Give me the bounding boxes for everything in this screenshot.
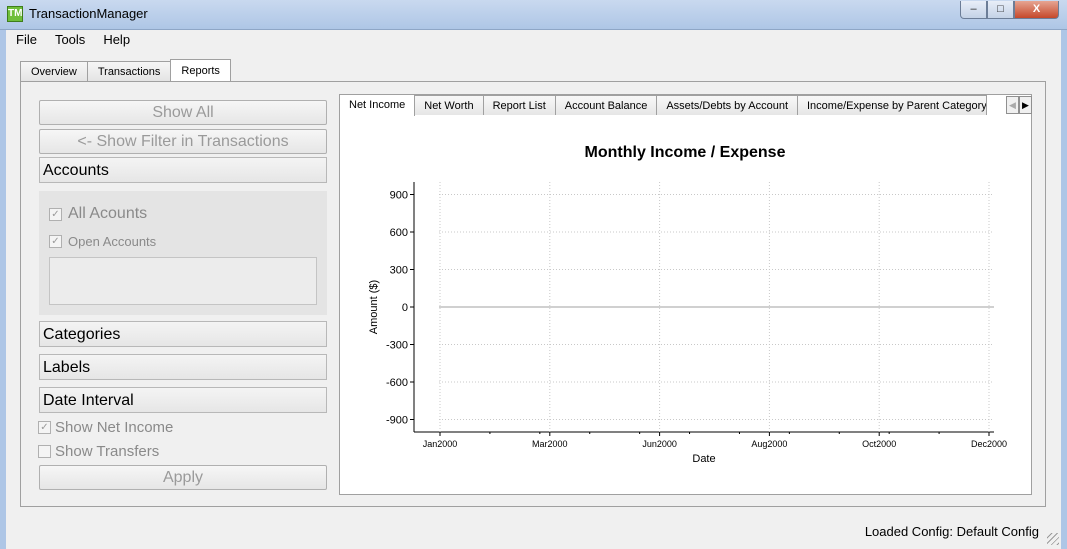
- x-tick-label: Oct2000: [862, 439, 896, 449]
- show-net-income-label: Show Net Income: [55, 419, 174, 436]
- tab-report-list[interactable]: Report List: [482, 95, 556, 115]
- y-tick-label: -900: [386, 415, 408, 427]
- status-text: Loaded Config: Default Config: [864, 524, 1039, 539]
- show-all-button[interactable]: Show All: [39, 100, 327, 125]
- tab-account-balance[interactable]: Account Balance: [554, 95, 658, 115]
- labels-section-header[interactable]: Labels: [39, 354, 327, 380]
- show-transfers-label: Show Transfers: [55, 443, 160, 460]
- menu-bar: File Tools Help: [6, 30, 1061, 49]
- show-net-income-checkbox-row[interactable]: ✓ Show Net Income: [38, 419, 173, 436]
- y-tick-label: 900: [390, 190, 408, 202]
- tab-net-income[interactable]: Net Income: [339, 94, 416, 116]
- x-tick-label: Jan2000: [423, 439, 458, 449]
- tab-assets-debts-by-account[interactable]: Assets/Debts by Account: [656, 95, 798, 115]
- open-accounts-checkbox-row[interactable]: ✓ Open Accounts: [49, 234, 156, 249]
- scroll-right-icon[interactable]: ▶: [1019, 96, 1032, 114]
- tab-scroll-buttons: ◀ ▶: [1006, 96, 1032, 114]
- x-tick-label: Mar2000: [532, 439, 568, 449]
- app-icon: TM: [7, 6, 23, 22]
- accounts-panel: ✓ All Acounts ✓ Open Accounts: [39, 191, 327, 315]
- y-axis-label: Amount ($): [368, 280, 380, 334]
- y-tick-label: 300: [390, 265, 408, 277]
- tab-overview[interactable]: Overview: [20, 61, 88, 81]
- x-tick-label: Jun2000: [642, 439, 677, 449]
- window-title: TransactionManager: [29, 6, 148, 21]
- accounts-list[interactable]: [49, 257, 317, 305]
- x-tick-label: Dec2000: [971, 439, 1007, 449]
- y-tick-label: -300: [386, 340, 408, 352]
- checkbox-checked-icon[interactable]: ✓: [38, 421, 51, 434]
- main-tab-bar: Overview Transactions Reports: [20, 59, 231, 81]
- window-frame-right: [1061, 30, 1067, 549]
- all-accounts-label: All Acounts: [68, 205, 148, 222]
- open-accounts-label: Open Accounts: [68, 234, 157, 249]
- y-tick-label: 600: [390, 227, 408, 239]
- date-interval-section-header[interactable]: Date Interval: [39, 387, 327, 413]
- all-accounts-checkbox-row[interactable]: ✓ All Acounts: [49, 205, 147, 223]
- x-tick-label: Aug2000: [751, 439, 787, 449]
- checkbox-checked-icon[interactable]: ✓: [49, 207, 62, 221]
- close-button[interactable]: X: [1014, 1, 1059, 19]
- accounts-section-header[interactable]: Accounts: [39, 157, 327, 183]
- maximize-button[interactable]: □: [987, 1, 1014, 19]
- tab-reports[interactable]: Reports: [170, 59, 231, 81]
- x-axis-label: Date: [692, 453, 715, 465]
- tab-income-expense-by-parent-category[interactable]: Income/Expense by Parent Category: [797, 95, 987, 115]
- categories-section-header[interactable]: Categories: [39, 321, 327, 347]
- menu-tools[interactable]: Tools: [45, 32, 93, 47]
- show-filter-in-transactions-button[interactable]: <- Show Filter in Transactions: [39, 129, 327, 154]
- plot-area: 900 600 300 0 -300 -600 -900 Jan2000 Mar2000 Jun2…: [386, 182, 1007, 449]
- show-transfers-checkbox-row[interactable]: Show Transfers: [38, 443, 159, 460]
- tab-transactions[interactable]: Transactions: [86, 61, 172, 81]
- title-bar: TM TransactionManager – □ X: [0, 0, 1067, 30]
- checkbox-unchecked-icon[interactable]: [38, 445, 51, 458]
- y-tick-label: -600: [386, 377, 408, 389]
- menu-file[interactable]: File: [6, 32, 45, 47]
- chart-title: Monthly Income / Expense: [585, 144, 786, 161]
- menu-help[interactable]: Help: [93, 32, 138, 47]
- checkbox-checked-icon[interactable]: ✓: [49, 235, 62, 248]
- tab-net-worth[interactable]: Net Worth: [414, 95, 484, 115]
- apply-button[interactable]: Apply: [39, 465, 327, 490]
- resize-grip-icon[interactable]: [1047, 533, 1059, 545]
- net-income-chart: Monthly Income / Expense 900 600 300 0 -300 -…: [368, 144, 1007, 465]
- y-tick-label: 0: [402, 302, 408, 314]
- report-tab-bar: Net Income Net Worth Report List Account…: [339, 94, 987, 116]
- window-controls: – □ X: [960, 1, 1059, 19]
- window-frame-left: [0, 30, 6, 549]
- scroll-left-icon[interactable]: ◀: [1006, 96, 1019, 114]
- minimize-button[interactable]: –: [960, 1, 987, 19]
